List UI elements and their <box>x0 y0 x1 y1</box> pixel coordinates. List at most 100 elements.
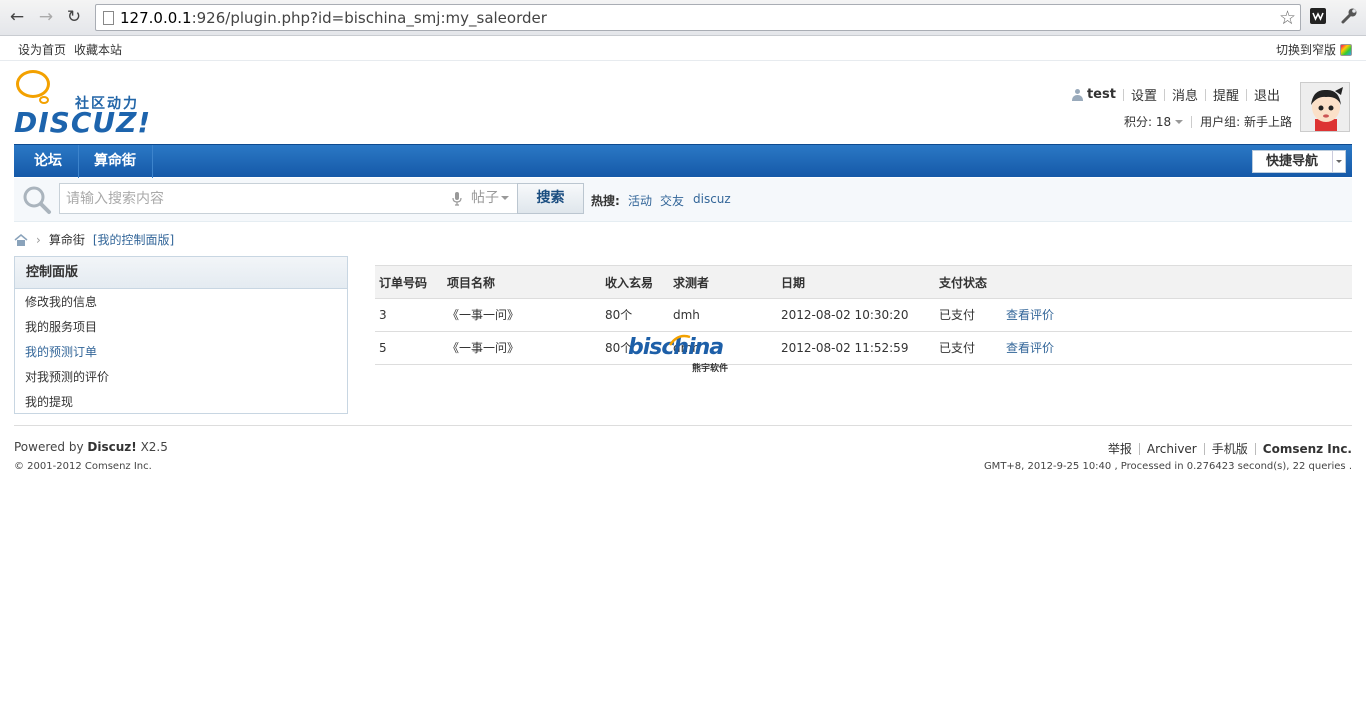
sidebar-item-my-services[interactable]: 我的服务项目 <box>15 315 347 340</box>
url-path: :926/plugin.php?id=bischina_smj:my_saleo… <box>191 9 547 27</box>
settings-link[interactable]: 设置 <box>1131 85 1157 104</box>
avatar-image <box>1301 83 1349 131</box>
column-date: 日期 <box>781 276 806 290</box>
comsenz-link[interactable]: Comsenz Inc. <box>1263 442 1352 456</box>
divider <box>1122 88 1124 101</box>
home-icon[interactable] <box>14 233 28 246</box>
search-box: 帖子 搜索 <box>59 183 584 214</box>
url-text[interactable]: 127.0.0.1:926/plugin.php?id=bischina_smj… <box>120 9 547 27</box>
search-type-select[interactable]: 帖子 <box>471 184 517 213</box>
divider <box>1138 442 1140 455</box>
powered-by: Powered by Discuz! X2.5 <box>14 440 168 454</box>
column-item-name: 项目名称 <box>447 276 496 290</box>
sidebar-item-my-orders[interactable]: 我的预测订单 <box>15 340 347 365</box>
back-icon[interactable]: ← <box>7 7 27 27</box>
cell-payment-status: 已支付 <box>939 308 976 322</box>
hot-term-link[interactable]: discuz <box>693 192 731 206</box>
copyright: © 2001-2012 Comsenz Inc. <box>14 461 152 472</box>
hot-search-label: 热搜: <box>591 194 620 208</box>
sidebar-item-withdraw[interactable]: 我的提现 <box>15 390 347 415</box>
hot-term-link[interactable]: 交友 <box>660 192 684 209</box>
powered-prefix: Powered by <box>14 440 84 454</box>
cell-order-id: 3 <box>379 308 387 322</box>
watermark-subtext: 熊宇软件 <box>692 364 729 374</box>
breadcrumb: › 算命街 [我的控制面版] <box>14 231 174 248</box>
view-review-link[interactable]: 查看评价 <box>1006 299 1054 332</box>
divider <box>1203 442 1205 455</box>
report-link[interactable]: 举报 <box>1108 440 1132 457</box>
footer: Powered by Discuz! X2.5 © 2001-2012 Coms… <box>14 425 1352 472</box>
sidebar-item-edit-info[interactable]: 修改我的信息 <box>15 290 347 315</box>
nav-item-fortune-street[interactable]: 算命街 <box>78 145 153 178</box>
cell-item-name: 《一事一问》 <box>447 341 520 355</box>
user-stats: 积分: 18 用户组: 新手上路 <box>1124 113 1292 130</box>
powered-brand-link[interactable]: Discuz! <box>87 440 136 454</box>
cell-item-name: 《一事一问》 <box>447 308 520 322</box>
cell-order-id: 5 <box>379 341 387 355</box>
archiver-link[interactable]: Archiver <box>1147 442 1197 456</box>
cell-date: 2012-08-02 10:30:20 <box>781 308 909 322</box>
user-menu: test 设置 消息 提醒 退出 <box>1071 85 1280 104</box>
logo-bubble-small-icon <box>39 96 49 104</box>
notifications-link[interactable]: 提醒 <box>1213 85 1239 104</box>
search-icon <box>23 186 51 214</box>
user-group-link[interactable]: 用户组: 新手上路 <box>1200 113 1292 130</box>
table-row: 3 《一事一问》 80个 dmh 2012-08-02 10:30:20 已支付… <box>375 299 1352 332</box>
page-icon <box>103 11 114 25</box>
microphone-icon[interactable] <box>452 192 462 206</box>
chevron-down-icon[interactable] <box>1332 151 1345 172</box>
footer-meta: GMT+8, 2012-9-25 10:40 , Processed in 0.… <box>983 461 1352 472</box>
set-homepage-link[interactable]: 设为首页 <box>18 43 66 57</box>
address-bar[interactable]: 127.0.0.1:926/plugin.php?id=bischina_smj… <box>95 4 1301 31</box>
reload-icon[interactable]: ↻ <box>64 7 84 27</box>
cell-date: 2012-08-02 11:52:59 <box>781 341 909 355</box>
cell-requester: dmh <box>673 308 700 322</box>
extension-icon[interactable] <box>1309 7 1327 25</box>
user-icon <box>1071 88 1083 101</box>
wrench-icon[interactable] <box>1340 7 1358 25</box>
color-palette-icon[interactable] <box>1340 43 1352 56</box>
breadcrumb-section[interactable]: 算命街 <box>49 231 85 248</box>
divider <box>1204 88 1206 101</box>
bookmark-star-icon[interactable]: ☆ <box>1279 7 1296 29</box>
top-bar: 设为首页 收藏本站 切换到窄版 <box>0 37 1366 61</box>
divider <box>1163 88 1165 101</box>
credits-link[interactable]: 积分: 18 <box>1124 113 1171 130</box>
search-type-label: 帖子 <box>471 190 499 206</box>
sidebar-item-reviews[interactable]: 对我预测的评价 <box>15 365 347 390</box>
logout-link[interactable]: 退出 <box>1254 85 1280 104</box>
nav-item-forum[interactable]: 论坛 <box>18 145 79 178</box>
bookmark-site-link[interactable]: 收藏本站 <box>74 43 122 57</box>
quick-nav-button[interactable]: 快捷导航 <box>1252 150 1346 173</box>
column-income: 收入玄易 <box>605 276 654 290</box>
forward-icon[interactable]: → <box>36 7 56 27</box>
powered-version: X2.5 <box>140 440 168 454</box>
search-button[interactable]: 搜索 <box>517 183 584 214</box>
logo-text: DISCUZ! <box>14 106 152 139</box>
hot-term-link[interactable]: 活动 <box>628 192 652 209</box>
table-row: 5 《一事一问》 80个 dmh 2012-08-02 11:52:59 已支付… <box>375 332 1352 365</box>
header: 社区动力 DISCUZ! test 设置 消息 提醒 退出 积分: 18 用户组… <box>14 66 1352 142</box>
chevron-down-icon <box>501 196 509 200</box>
breadcrumb-separator: › <box>36 232 41 247</box>
search-input[interactable] <box>60 184 445 213</box>
switch-width-link[interactable]: 切换到窄版 <box>1276 41 1336 58</box>
breadcrumb-current[interactable]: [我的控制面版] <box>93 231 174 248</box>
main-nav: 论坛 算命街 快捷导航 <box>14 144 1352 178</box>
column-order-id: 订单号码 <box>379 276 428 290</box>
url-host: 127.0.0.1 <box>120 9 192 27</box>
chevron-down-icon[interactable] <box>1175 119 1184 124</box>
username-link[interactable]: test <box>1087 87 1116 102</box>
divider <box>1254 442 1256 455</box>
sidebar-title: 控制面版 <box>15 257 347 289</box>
avatar[interactable] <box>1300 82 1350 132</box>
mobile-link[interactable]: 手机版 <box>1212 440 1248 457</box>
cell-payment-status: 已支付 <box>939 341 976 355</box>
watermark-logo: bischina 熊宇软件 <box>628 333 740 374</box>
quick-nav-label: 快捷导航 <box>1266 154 1319 169</box>
search-bar: 帖子 搜索 热搜: 活动 交友 discuz <box>14 178 1352 222</box>
footer-links: 举报 Archiver 手机版 Comsenz Inc. <box>1108 440 1352 457</box>
table-header: 订单号码 项目名称 收入玄易 求测者 日期 支付状态 <box>375 265 1352 299</box>
messages-link[interactable]: 消息 <box>1172 85 1198 104</box>
view-review-link[interactable]: 查看评价 <box>1006 332 1054 365</box>
